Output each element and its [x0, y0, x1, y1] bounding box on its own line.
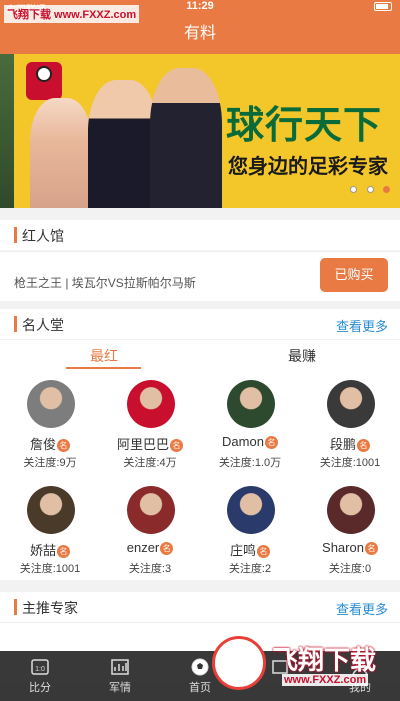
expert-name-text: 詹俊: [29, 437, 56, 452]
expert-card[interactable]: 庄鸣名关注度:2: [200, 476, 300, 580]
avatar[interactable]: [127, 380, 175, 428]
famous-badge-icon: 名: [357, 439, 370, 452]
purchased-button[interactable]: 已购买: [320, 258, 388, 292]
section-title-zhutui: 主推专家: [22, 600, 78, 616]
watermark-bottom: 飞翔下载 www.FXXZ.com: [212, 636, 392, 691]
scoreboard-icon: 1:0: [30, 657, 50, 677]
banner-subtitle: 您身边的足彩专家: [228, 154, 388, 178]
avatar[interactable]: [27, 380, 75, 428]
expert-name: 段鹏名: [300, 434, 400, 453]
famous-badge-icon: 名: [160, 542, 174, 555]
see-more-link[interactable]: 查看更多: [336, 316, 388, 335]
section-marker: [14, 227, 17, 243]
tab-item-label: 军情: [109, 682, 131, 694]
expert-card[interactable]: Damon 名关注度:1.0万: [200, 370, 300, 474]
follow-count: 关注度:9万: [23, 457, 77, 469]
famous-badge-icon: 名: [170, 439, 183, 452]
famous-badge-icon: 名: [57, 545, 70, 558]
banner-prev-peek: [0, 54, 14, 208]
section-marker: [14, 316, 17, 332]
expert-name-text: Sharon: [322, 540, 364, 555]
banner-dot[interactable]: [350, 186, 358, 193]
section-mingren: 名人堂 查看更多: [0, 309, 400, 339]
svg-text:1:0: 1:0: [35, 666, 45, 673]
follow-count: 关注度:3: [128, 563, 172, 575]
expert-name: 阿里巴巴名: [100, 434, 200, 453]
tab-item[interactable]: 1:0 比分: [0, 651, 80, 701]
banner-person: [150, 68, 222, 208]
follow-count: 关注度:2: [228, 563, 272, 575]
avatar[interactable]: [327, 486, 375, 534]
famous-badge-icon: 名: [57, 439, 70, 452]
expert-name: 娇喆名: [0, 540, 100, 559]
expert-name-text: 阿里巴巴: [116, 437, 169, 452]
expert-name-text: 庄鸣: [229, 543, 256, 558]
section-hongren: 红人馆: [0, 220, 400, 250]
expert-card[interactable]: 阿里巴巴名关注度:4万: [100, 370, 200, 474]
expert-card[interactable]: 段鹏名关注度:1001: [300, 370, 400, 474]
tab-zuizhuan[interactable]: 最赚: [288, 346, 316, 366]
expert-name: 詹俊名: [0, 434, 100, 453]
hongren-item[interactable]: 枪王之王 | 埃瓦尔VS拉斯帕尔马斯 已购买: [0, 251, 400, 301]
tab-item-label: 比分: [29, 682, 51, 694]
banner-dot-active[interactable]: [383, 186, 390, 193]
section-zhutui: 主推专家 查看更多: [0, 592, 400, 622]
banner-person: [30, 98, 92, 208]
expert-name: 庄鸣名: [200, 540, 300, 559]
banner-title: 球行天下: [226, 103, 383, 147]
tab-zuihong[interactable]: 最红: [90, 346, 118, 366]
follow-count: 关注度:4万: [123, 457, 177, 469]
avatar[interactable]: [227, 486, 275, 534]
expert-name-text: 娇喆: [29, 543, 56, 558]
expert-name: Sharon 名: [300, 540, 400, 555]
follow-count: 关注度:1001: [319, 457, 381, 469]
expert-card[interactable]: 詹俊名关注度:9万: [0, 370, 100, 474]
see-more-link[interactable]: 查看更多: [336, 599, 388, 618]
avatar[interactable]: [27, 486, 75, 534]
promo-banner[interactable]: 球行天下 您身边的足彩专家: [0, 54, 400, 208]
active-tab-indicator: [66, 367, 141, 369]
expert-name-text: 段鹏: [329, 437, 356, 452]
watermark-big-text: 飞翔下载: [272, 646, 377, 676]
section-title-mingren: 名人堂: [22, 317, 64, 333]
expert-card[interactable]: enzer 名关注度:3: [100, 476, 200, 580]
app-screen: 中国联通 11:29 飞翔下载 www.FXXZ.com 有料 球行天下 您身边…: [0, 0, 400, 701]
watermark-top: 飞翔下载 www.FXXZ.com: [4, 5, 140, 23]
section-title-hongren: 红人馆: [22, 228, 64, 244]
follow-count: 关注度:1001: [19, 563, 81, 575]
expert-card[interactable]: Sharon 名关注度:0: [300, 476, 400, 580]
expert-name-text: Damon: [222, 434, 264, 449]
watermark-url: www.FXXZ.com: [282, 674, 369, 686]
section-marker: [14, 599, 17, 615]
chart-icon: [110, 657, 130, 677]
famous-badge-icon: 名: [364, 542, 378, 555]
famous-badge-icon: 名: [264, 436, 278, 449]
football-icon: [36, 66, 52, 82]
expert-name: enzer 名: [100, 540, 200, 555]
watermark-logo: [212, 636, 266, 690]
expert-name: Damon 名: [200, 434, 300, 449]
follow-count: 关注度:1.0万: [218, 457, 282, 469]
football-icon: [190, 657, 210, 677]
expert-card[interactable]: 娇喆名关注度:1001: [0, 476, 100, 580]
banner-person: [88, 80, 158, 208]
battery-icon: [374, 2, 392, 11]
expert-grid: 詹俊名关注度:9万 阿里巴巴名关注度:4万 Damon 名关注度:1.0万 段鹏名关注度…: [0, 370, 400, 580]
avatar[interactable]: [127, 486, 175, 534]
banner-pagination[interactable]: [345, 180, 390, 198]
avatar[interactable]: [327, 380, 375, 428]
famous-badge-icon: 名: [257, 545, 270, 558]
follow-count: 关注度:0: [328, 563, 372, 575]
avatar[interactable]: [227, 380, 275, 428]
hongren-match-text[interactable]: 枪王之王 | 埃瓦尔VS拉斯帕尔马斯: [14, 274, 196, 291]
expert-name-text: enzer: [126, 540, 160, 555]
banner-dot[interactable]: [366, 186, 374, 193]
mingren-tabs: 最红 最赚: [0, 340, 400, 370]
banner-logo: [26, 62, 62, 100]
tab-item[interactable]: 军情: [80, 651, 160, 701]
